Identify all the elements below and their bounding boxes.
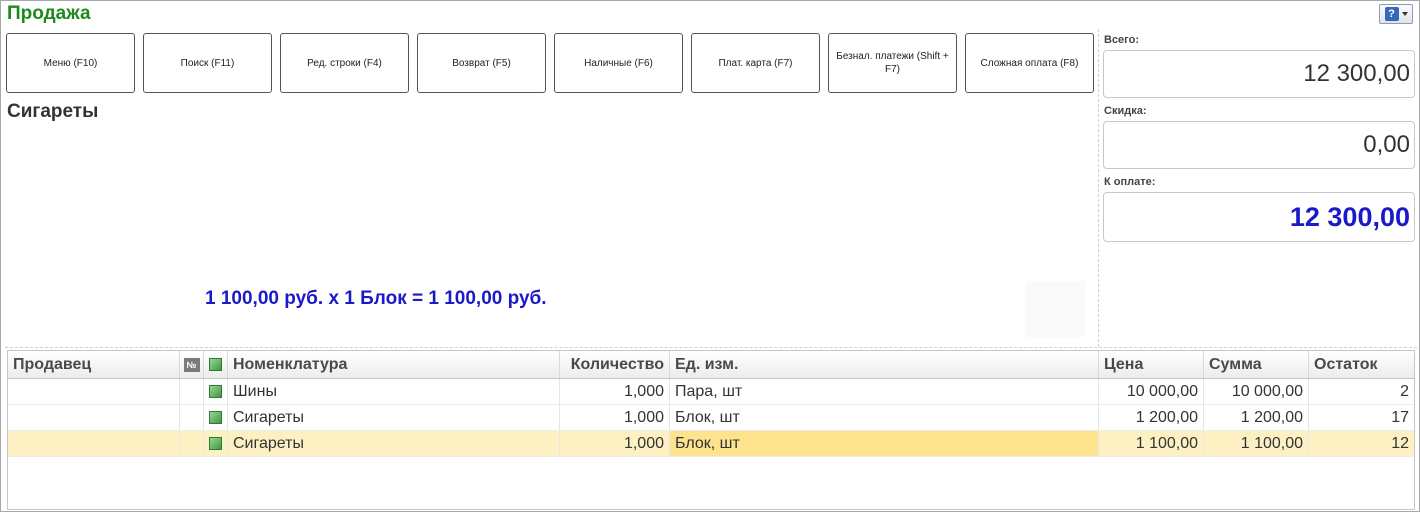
to-pay-label: К оплате: xyxy=(1104,176,1156,188)
cell-number xyxy=(180,405,204,430)
sale-form: Продажа ? Меню (F10) Поиск (F11) Ред. ст… xyxy=(0,0,1420,512)
cell-price: 1 200,00 xyxy=(1099,405,1204,430)
cell-unit: Блок, шт xyxy=(670,405,1099,430)
table-row[interactable]: Шины 1,000 Пара, шт 10 000,00 10 000,00 … xyxy=(8,379,1414,405)
cell-stock: 12 xyxy=(1391,434,1409,452)
table-row-selected[interactable]: Сигареты 1,000 Блок, шт 1 100,00 1 100,0… xyxy=(8,431,1414,457)
chevron-down-icon xyxy=(1401,12,1408,16)
cell-unit-active[interactable]: Блок, шт xyxy=(670,431,1099,456)
cell-item-icon xyxy=(204,379,228,404)
complex-payment-button[interactable]: Сложная оплата (F8) xyxy=(965,33,1094,93)
cell-item-icon xyxy=(204,405,228,430)
cell-seller xyxy=(8,431,180,456)
cell-number xyxy=(180,379,204,404)
menu-button[interactable]: Меню (F10) xyxy=(6,33,135,93)
cell-stock: 17 xyxy=(1391,408,1409,426)
help-button[interactable]: ? xyxy=(1379,4,1413,24)
cell-quantity: 1,000 xyxy=(560,379,670,404)
discount-field[interactable]: 0,00 xyxy=(1103,121,1415,169)
edit-row-button[interactable]: Ред. строки (F4) xyxy=(280,33,409,93)
column-header-seller[interactable]: Продавец xyxy=(8,351,180,378)
column-header-sum[interactable]: Сумма xyxy=(1204,351,1309,378)
cashless-button[interactable]: Безнал. платежи (Shift + F7) xyxy=(828,33,957,93)
column-header-price[interactable]: Цена xyxy=(1099,351,1204,378)
cell-sum: 1 200,00 xyxy=(1204,405,1309,430)
return-button[interactable]: Возврат (F5) xyxy=(417,33,546,93)
current-item-name: Сигареты xyxy=(7,101,99,122)
discount-label: Скидка: xyxy=(1104,105,1147,117)
price-calculation: 1 100,00 руб. х 1 Блок = 1 100,00 руб. xyxy=(205,288,547,309)
help-question-icon: ? xyxy=(1384,7,1399,21)
cash-button[interactable]: Наличные (F6) xyxy=(554,33,683,93)
cell-seller xyxy=(8,405,180,430)
table-row[interactable]: Сигареты 1,000 Блок, шт 1 200,00 1 200,0… xyxy=(8,405,1414,431)
total-field: 12 300,00 xyxy=(1103,50,1415,98)
cell-nomenclature: Сигареты xyxy=(228,431,560,456)
nomenclature-item-icon xyxy=(209,358,222,371)
card-payment-button[interactable]: Плат. карта (F7) xyxy=(691,33,820,93)
cell-number xyxy=(180,431,204,456)
cell-price: 1 100,00 xyxy=(1099,431,1204,456)
number-icon: № xyxy=(183,357,200,372)
items-table: Продавец № Номенклатура Количество Ед. и… xyxy=(7,350,1415,510)
column-header-quantity[interactable]: Количество xyxy=(560,351,670,378)
cell-sum: 1 100,00 xyxy=(1204,431,1309,456)
cell-stock: 2 xyxy=(1400,382,1409,400)
column-header-item-icon[interactable] xyxy=(204,351,228,378)
nomenclature-item-icon xyxy=(209,385,222,398)
total-label: Всего: xyxy=(1104,34,1139,46)
cell-unit: Пара, шт xyxy=(670,379,1099,404)
table-header: Продавец № Номенклатура Количество Ед. и… xyxy=(8,351,1414,379)
item-image-area xyxy=(1025,281,1085,337)
cell-seller xyxy=(8,379,180,404)
to-pay-field: 12 300,00 xyxy=(1103,192,1415,242)
cell-nomenclature: Сигареты xyxy=(228,405,560,430)
cell-sum: 10 000,00 xyxy=(1204,379,1309,404)
cell-item-icon xyxy=(204,431,228,456)
column-header-nomenclature[interactable]: Номенклатура xyxy=(228,351,560,378)
nomenclature-item-icon xyxy=(209,437,222,450)
column-header-number[interactable]: № xyxy=(180,351,204,378)
cell-quantity: 1,000 xyxy=(560,431,670,456)
column-header-stock[interactable]: Остаток xyxy=(1309,351,1414,378)
cell-price: 10 000,00 xyxy=(1099,379,1204,404)
nomenclature-item-icon xyxy=(209,411,222,424)
form-title: Продажа xyxy=(7,3,91,24)
cell-nomenclature: Шины xyxy=(228,379,560,404)
column-header-unit[interactable]: Ед. изм. xyxy=(670,351,1099,378)
panel-divider xyxy=(1098,29,1099,347)
search-button[interactable]: Поиск (F11) xyxy=(143,33,272,93)
cell-quantity: 1,000 xyxy=(560,405,670,430)
section-divider xyxy=(5,347,1417,348)
